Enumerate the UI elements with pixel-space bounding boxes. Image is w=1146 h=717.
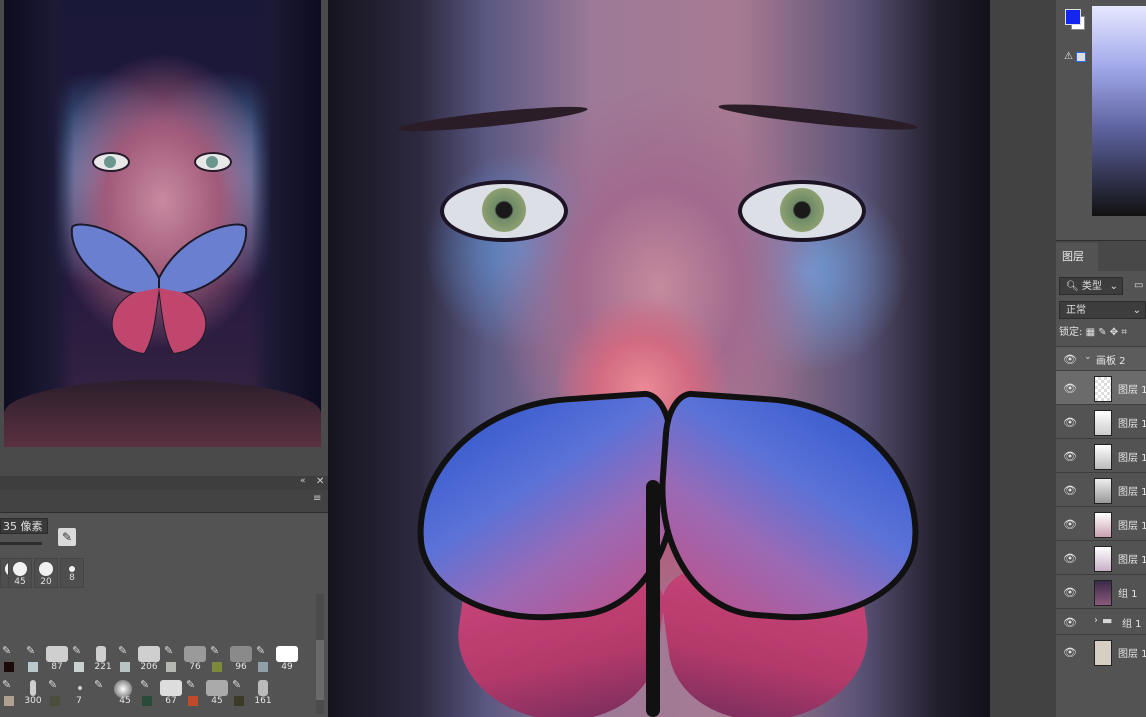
lock-position-icon[interactable]: ✥ [1110,327,1118,338]
panel-menu-icon[interactable]: ≡ [313,493,321,504]
painting-eye-right [738,180,866,242]
layer-row[interactable]: 👁︎ 图层 1 [1056,540,1146,575]
chevron-down-icon: ⌄ [1132,305,1141,316]
folder-icon: ▬ [1102,614,1113,627]
collapse-icon[interactable]: « [300,476,306,486]
painting-brow-left [397,102,589,136]
tab-layers[interactable]: 图层 [1056,243,1098,271]
group-row[interactable]: 👁︎ › ▬ 组 1 [1056,608,1146,635]
lock-artboard-icon[interactable]: ⌗ [1121,327,1127,338]
layers-tab-bar: 图层 [1056,240,1146,271]
reference-shoulders [4,380,321,447]
visibility-eye-icon[interactable]: 👁︎ [1063,646,1077,659]
brush-preset[interactable]: 45 [8,558,32,588]
layer-row[interactable]: 👁︎ 图层 1 [1056,472,1146,507]
artboard-row[interactable]: 👁︎ ⌄ 画板 2 [1056,346,1146,371]
visibility-eye-icon[interactable]: 👁︎ [1063,382,1077,395]
reference-image-window [0,0,328,476]
reference-hair-right [251,0,321,447]
close-icon[interactable]: ✕ [316,476,324,487]
blend-mode-select[interactable]: 正常 ⌄ [1059,301,1146,319]
visibility-eye-icon[interactable]: 👁︎ [1063,586,1077,599]
brush-tip[interactable]: ✎ 300 [0,676,46,708]
search-icon: 🔍︎ [1066,281,1079,292]
layer-row[interactable]: 👁︎ 图层 1 [1056,370,1146,405]
layer-row[interactable]: 👁︎ 组 1 [1056,574,1146,609]
visibility-eye-icon[interactable]: 👁︎ [1063,450,1077,463]
chevron-right-icon[interactable]: › [1094,615,1098,626]
lock-pixels-icon[interactable]: ✎ [1098,327,1106,338]
butterfly-body [646,480,660,717]
reference-image [4,0,321,447]
color-panel: ⚠ [1056,0,1146,240]
brush-tip[interactable]: ✎ 7 [46,676,92,708]
layers-panel: 图层 🔍︎ 类型 ⌄ ▭ 正常 ⌄ 锁定: ▦ ✎ ✥ ⌗ 👁︎ ⌄ 画板 2 … [1056,240,1146,717]
visibility-eye-icon[interactable]: 👁︎ [1063,484,1077,497]
layer-row[interactable]: 👁︎ 图层 1 [1056,404,1146,439]
brush-tip[interactable]: ✎ 45 [184,676,230,708]
brush-settings-button[interactable]: ✎ [58,528,76,546]
layer-thumbnail [1094,640,1112,666]
visibility-eye-icon[interactable]: 👁︎ [1063,416,1077,429]
brush-tip[interactable]: ✎ 76 [162,642,208,674]
brush-size-field[interactable]: 35 像素 [0,518,48,534]
panel-header: « ✕ [0,476,328,490]
brush-tip[interactable]: ✎ 206 [116,642,162,674]
artboard-name: 画板 2 [1096,356,1126,367]
lock-transparency-icon[interactable]: ▦ [1086,327,1095,338]
chevron-down-icon[interactable]: ⌄ [1084,352,1092,362]
layer-thumbnail [1094,410,1112,436]
reference-eye-left [92,152,130,172]
layer-row[interactable]: 👁︎ 图层 1 [1056,506,1146,541]
document-canvas[interactable] [328,0,990,717]
brush-tip[interactable]: ✎ 87 [24,642,70,674]
visibility-eye-icon[interactable]: 👁︎ [1063,518,1077,531]
brush-tip[interactable]: ✎ 49 [254,642,300,674]
panel-dock-gap [990,0,1056,717]
painting-brow-right [717,99,919,135]
layer-row[interactable]: 👁︎ 图层 1 [1056,634,1146,669]
layer-thumbnail [1094,444,1112,470]
panel-tab-bar: ≡ [0,490,328,513]
brush-size-slider[interactable] [0,542,42,545]
brush-tip[interactable]: ✎ 45 [92,676,138,708]
layer-row[interactable]: 👁︎ 图层 1 [1056,438,1146,473]
color-spectrum-field[interactable] [1092,6,1146,216]
brush-preset-panel: « ✕ ≡ 35 像素 ✎ 45 20 8 ✎ ✎ 87 ✎ 221 ✎ 206 ✎ 7… [0,476,328,717]
brush-preset[interactable]: 8 [60,558,84,588]
visibility-eye-icon[interactable]: 👁︎ [1063,353,1077,366]
brush-tip[interactable]: ✎ 96 [208,642,254,674]
reference-eye-right [194,152,232,172]
chevron-down-icon: ⌄ [1109,281,1118,292]
brush-tip[interactable]: ✎ 161 [230,676,276,708]
gamut-warning-icon[interactable]: ⚠ [1064,52,1074,62]
visibility-eye-icon[interactable]: 👁︎ [1063,616,1077,629]
layer-thumbnail [1094,376,1112,402]
brush-list-scroll-thumb[interactable] [316,640,324,700]
painting-eye-left [440,180,568,242]
brush-swatch [4,662,14,672]
layer-thumbnail [1094,546,1112,572]
image-filter-icon[interactable]: ▭ [1134,280,1146,291]
layer-filter-select[interactable]: 🔍︎ 类型 ⌄ [1059,277,1123,295]
reference-butterfly [70,223,248,355]
layer-thumbnail [1094,512,1112,538]
visibility-eye-icon[interactable]: 👁︎ [1063,552,1077,565]
brush-preset[interactable]: 20 [34,558,58,588]
layer-thumbnail [1094,478,1112,504]
brush-tip[interactable]: ✎ 221 [70,642,116,674]
brush-tip[interactable]: ✎ 67 [138,676,184,708]
layer-thumbnail [1094,580,1112,606]
web-safe-color-icon[interactable] [1076,52,1086,62]
lock-options-row: 锁定: ▦ ✎ ✥ ⌗ [1059,327,1127,338]
foreground-color-swatch[interactable] [1065,9,1081,25]
